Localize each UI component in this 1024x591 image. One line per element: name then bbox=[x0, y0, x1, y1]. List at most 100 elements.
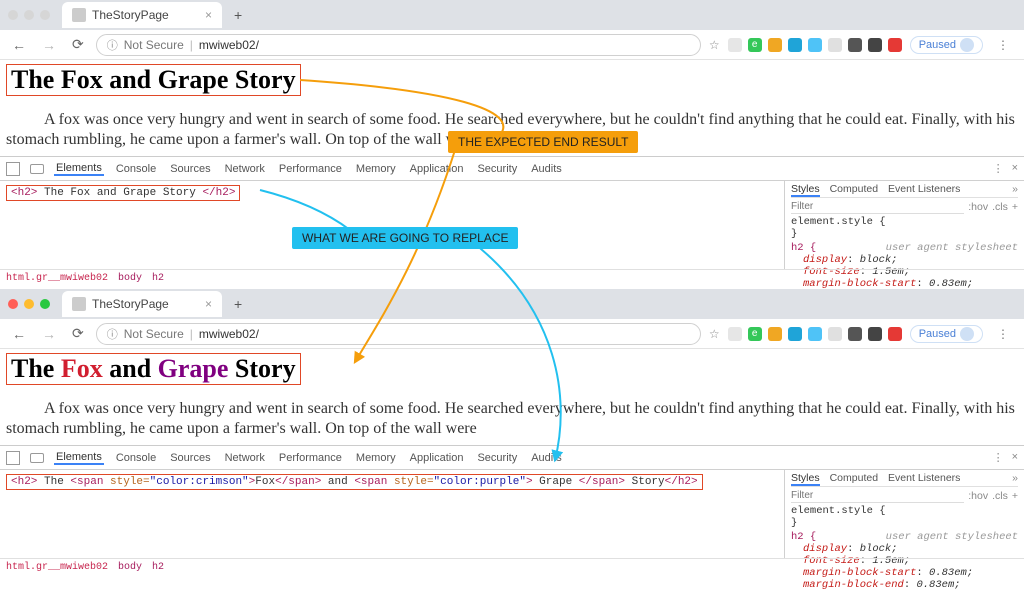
extension-icon[interactable] bbox=[808, 327, 822, 341]
max-dot[interactable] bbox=[40, 10, 50, 20]
tab-title-2: TheStoryPage bbox=[92, 297, 169, 311]
device-toggle-icon[interactable] bbox=[30, 164, 44, 174]
dom-tree[interactable]: <h2> The Fox and Grape Story </h2> bbox=[0, 181, 784, 269]
extension-icon[interactable] bbox=[788, 327, 802, 341]
dt-tab-elements[interactable]: Elements bbox=[54, 162, 104, 176]
dt-tab-security-2[interactable]: Security bbox=[475, 452, 519, 464]
browser-tab[interactable]: TheStoryPage × bbox=[62, 2, 222, 28]
browser-tab-2[interactable]: TheStoryPage × bbox=[62, 291, 222, 317]
breadcrumb[interactable]: html.gr__mwiweb02 body h2 bbox=[0, 269, 1024, 287]
extension-icon[interactable] bbox=[828, 38, 842, 52]
cls-toggle-2[interactable]: .cls bbox=[992, 490, 1008, 502]
dom-highlighted-node[interactable]: <h2> The Fox and Grape Story </h2> bbox=[6, 185, 240, 201]
tab-close-icon-2[interactable]: × bbox=[205, 297, 212, 311]
dt-tab-sources[interactable]: Sources bbox=[168, 163, 212, 175]
extension-icon[interactable] bbox=[868, 38, 882, 52]
dt-tab-performance[interactable]: Performance bbox=[277, 163, 344, 175]
devtools-panel-2: Elements Console Sources Network Perform… bbox=[0, 445, 1024, 576]
styles-tab-listeners-2[interactable]: Event Listeners bbox=[888, 472, 960, 486]
devtools-close-icon-2[interactable]: × bbox=[1012, 451, 1018, 464]
new-tab-button[interactable]: + bbox=[228, 7, 248, 23]
forward-button[interactable]: → bbox=[38, 37, 60, 53]
styles-tab-styles-2[interactable]: Styles bbox=[791, 472, 820, 486]
max-dot-2[interactable] bbox=[40, 299, 50, 309]
tab-close-icon[interactable]: × bbox=[205, 8, 212, 22]
reload-button-2[interactable]: ⟳ bbox=[68, 325, 88, 342]
extension-icon[interactable] bbox=[828, 327, 842, 341]
paused-label: Paused bbox=[919, 39, 956, 51]
extension-icon[interactable] bbox=[888, 327, 902, 341]
dt-tab-sources-2[interactable]: Sources bbox=[168, 452, 212, 464]
omnibox[interactable]: ⓘ Not Secure | mwiweb02/ bbox=[96, 34, 701, 56]
element-style-rule[interactable]: element.style { } bbox=[791, 216, 1018, 240]
dt-tab-network[interactable]: Network bbox=[223, 163, 267, 175]
extension-icon[interactable]: e bbox=[748, 327, 762, 341]
dom-tree-2[interactable]: <h2> The <span style="color:crimson">Fox… bbox=[0, 470, 784, 558]
element-style-rule-2[interactable]: element.style { } bbox=[791, 505, 1018, 529]
menu-button-2[interactable]: ⋮ bbox=[991, 327, 1016, 341]
hov-toggle[interactable]: :hov bbox=[968, 201, 988, 213]
not-secure-label-2: Not Secure bbox=[124, 327, 184, 341]
extension-icon[interactable] bbox=[768, 327, 782, 341]
dom-highlighted-node-2[interactable]: <h2> The <span style="color:crimson">Fox… bbox=[6, 474, 703, 490]
dt-tab-network-2[interactable]: Network bbox=[223, 452, 267, 464]
extension-icon[interactable] bbox=[788, 38, 802, 52]
extension-icon[interactable] bbox=[848, 327, 862, 341]
breadcrumb-2[interactable]: html.gr__mwiweb02 body h2 bbox=[0, 558, 1024, 576]
dt-tab-audits[interactable]: Audits bbox=[529, 163, 564, 175]
page-title-boxed: The Fox and Grape Story bbox=[6, 64, 301, 96]
styles-tab-listeners[interactable]: Event Listeners bbox=[888, 183, 960, 197]
back-button-2[interactable]: ← bbox=[8, 326, 30, 342]
back-button[interactable]: ← bbox=[8, 37, 30, 53]
close-dot[interactable] bbox=[8, 10, 18, 20]
styles-filter-input[interactable] bbox=[791, 200, 964, 214]
styles-more-icon[interactable]: » bbox=[1012, 183, 1018, 197]
extension-icon[interactable] bbox=[728, 38, 742, 52]
dt-tab-application-2[interactable]: Application bbox=[408, 452, 466, 464]
menu-button[interactable]: ⋮ bbox=[991, 38, 1016, 52]
inspect-icon[interactable] bbox=[6, 162, 20, 176]
dt-tab-elements-2[interactable]: Elements bbox=[54, 451, 104, 465]
new-rule-button[interactable]: + bbox=[1012, 201, 1018, 213]
dt-tab-security[interactable]: Security bbox=[475, 163, 519, 175]
dt-tab-console[interactable]: Console bbox=[114, 163, 158, 175]
dt-tab-audits-2[interactable]: Audits bbox=[529, 452, 564, 464]
extension-icon[interactable] bbox=[728, 327, 742, 341]
styles-tab-styles[interactable]: Styles bbox=[791, 183, 820, 197]
inspect-icon-2[interactable] bbox=[6, 451, 20, 465]
min-dot[interactable] bbox=[24, 10, 34, 20]
extension-icon[interactable] bbox=[808, 38, 822, 52]
styles-tab-computed[interactable]: Computed bbox=[830, 183, 878, 197]
extension-icon[interactable] bbox=[848, 38, 862, 52]
min-dot-2[interactable] bbox=[24, 299, 34, 309]
dt-tab-performance-2[interactable]: Performance bbox=[277, 452, 344, 464]
extension-icon[interactable]: e bbox=[748, 38, 762, 52]
dt-tab-memory-2[interactable]: Memory bbox=[354, 452, 398, 464]
new-rule-button-2[interactable]: + bbox=[1012, 490, 1018, 502]
devtools-kebab-icon-2[interactable]: ⋮ bbox=[993, 451, 1004, 464]
device-toggle-icon-2[interactable] bbox=[30, 453, 44, 463]
cls-toggle[interactable]: .cls bbox=[992, 201, 1008, 213]
hov-toggle-2[interactable]: :hov bbox=[968, 490, 988, 502]
star-icon-2[interactable]: ☆ bbox=[709, 327, 720, 341]
reload-button[interactable]: ⟳ bbox=[68, 36, 88, 53]
extension-icon[interactable] bbox=[768, 38, 782, 52]
close-dot-2[interactable] bbox=[8, 299, 18, 309]
tab-strip: TheStoryPage × + bbox=[0, 0, 1024, 30]
new-tab-button-2[interactable]: + bbox=[228, 296, 248, 312]
styles-filter-input-2[interactable] bbox=[791, 489, 964, 503]
star-icon[interactable]: ☆ bbox=[709, 38, 720, 52]
forward-button-2[interactable]: → bbox=[38, 326, 60, 342]
extension-icon[interactable] bbox=[888, 38, 902, 52]
devtools-close-icon[interactable]: × bbox=[1012, 162, 1018, 175]
dt-tab-application[interactable]: Application bbox=[408, 163, 466, 175]
styles-tab-computed-2[interactable]: Computed bbox=[830, 472, 878, 486]
omnibox-2[interactable]: ⓘ Not Secure | mwiweb02/ bbox=[96, 323, 701, 345]
dt-tab-console-2[interactable]: Console bbox=[114, 452, 158, 464]
devtools-kebab-icon[interactable]: ⋮ bbox=[993, 162, 1004, 175]
extension-icon[interactable] bbox=[868, 327, 882, 341]
dt-tab-memory[interactable]: Memory bbox=[354, 163, 398, 175]
styles-more-icon-2[interactable]: » bbox=[1012, 472, 1018, 486]
profile-paused-pill[interactable]: Paused bbox=[910, 36, 983, 54]
profile-paused-pill-2[interactable]: Paused bbox=[910, 325, 983, 343]
